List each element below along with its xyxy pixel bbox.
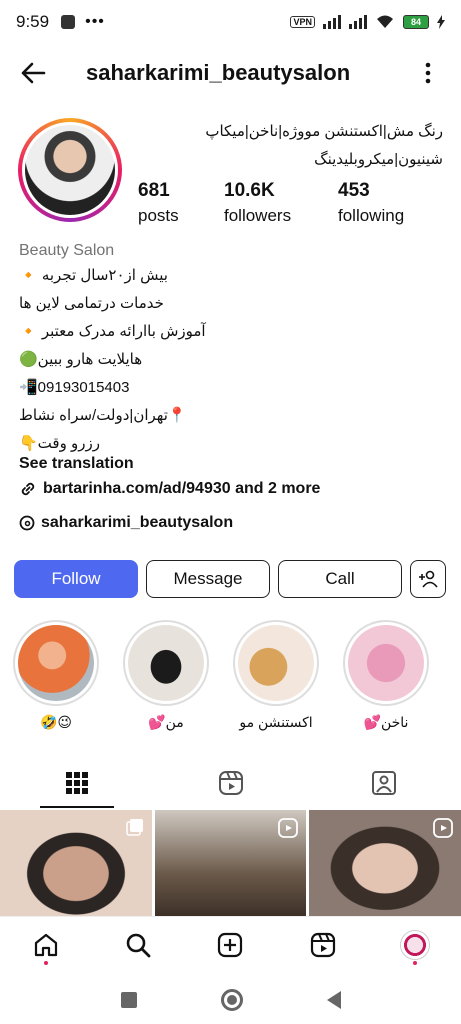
tagged-icon: [372, 771, 397, 795]
posts-label: posts: [138, 206, 179, 225]
follow-button[interactable]: Follow: [14, 560, 138, 598]
bio-line: رزرو وقت👇: [19, 435, 100, 452]
reels-icon: [218, 771, 243, 795]
reels-icon: [310, 932, 335, 957]
signal-icon-2: [349, 15, 367, 29]
nav-reels[interactable]: [301, 923, 345, 967]
highlight-cover: [18, 625, 94, 701]
threads-icon: [19, 515, 35, 531]
home-icon: [34, 933, 58, 956]
reel-badge-icon: [433, 818, 453, 838]
notification-dot: [412, 960, 417, 965]
suggested-accounts-button[interactable]: [410, 560, 446, 598]
nav-create[interactable]: [208, 923, 252, 967]
highlight-cover: [238, 625, 314, 701]
highlight-label: اکستنشن مو: [239, 714, 313, 730]
nav-home[interactable]: [24, 923, 68, 967]
bio-line: هایلایت هارو ببین🟢: [19, 351, 143, 368]
following-count: 453: [338, 180, 370, 201]
bio-header-line: رنگ مش|اکستنشن مووژه|ناخن|میکاپ: [205, 123, 443, 140]
tab-tagged[interactable]: [307, 758, 461, 808]
link-icon: [21, 482, 35, 496]
highlight-label: من💕: [148, 714, 184, 730]
avatar: [25, 125, 115, 215]
profile-icon: [399, 929, 430, 960]
threads-link[interactable]: saharkarimi_beautysalon: [19, 514, 233, 532]
recents-button[interactable]: [120, 992, 137, 1008]
post-thumbnail[interactable]: [0, 810, 152, 916]
more-options-button[interactable]: [425, 62, 431, 90]
notification-icon: [61, 15, 76, 29]
home-button[interactable]: [220, 989, 243, 1011]
external-link[interactable]: bartarinha.com/ad/94930 and 2 more: [19, 480, 320, 498]
highlight-item[interactable]: من💕: [122, 620, 210, 731]
more-notifications-icon: •••: [85, 13, 105, 30]
highlight-cover: [348, 625, 424, 701]
bio-header-line: شینیون|میکروبلیدینگ: [314, 151, 443, 168]
highlight-item[interactable]: ناخن💕: [342, 620, 430, 731]
signal-icon: [323, 15, 341, 29]
wifi-icon: [377, 15, 393, 28]
vpn-badge: VPN: [290, 16, 315, 28]
search-icon: [126, 933, 151, 957]
kebab-menu-icon: [425, 62, 431, 84]
followers-count: 10.6K: [224, 180, 275, 201]
post-thumbnail[interactable]: [309, 810, 461, 916]
profile-header: saharkarimi_beautysalon: [0, 52, 461, 96]
post-thumbnail[interactable]: [154, 810, 307, 916]
action-buttons: Follow Message Call: [14, 560, 446, 598]
add-user-icon: [419, 570, 438, 588]
active-tab-indicator: [40, 806, 114, 808]
following-stat[interactable]: 453 following: [338, 180, 404, 226]
back-system-button[interactable]: [326, 991, 341, 1009]
bio-line: آموزش باارائه مدرک معتبر 🔸: [19, 323, 206, 340]
page-title: saharkarimi_beautysalon: [86, 60, 351, 85]
posts-grid: [0, 810, 461, 916]
message-button[interactable]: Message: [146, 560, 270, 598]
carousel-icon: [125, 819, 143, 836]
bio-line: خدمات درتمامی لاین ها: [19, 295, 164, 312]
charging-icon: [437, 15, 445, 29]
bottom-navigation: [0, 916, 461, 972]
call-button[interactable]: Call: [278, 560, 402, 598]
grid-icon: [65, 772, 88, 794]
story-highlights: 😉🤣 من💕 اکستنشن مو ناخن💕: [12, 620, 430, 731]
battery-icon: 84: [403, 15, 429, 29]
see-translation-link[interactable]: See translation: [19, 455, 134, 473]
bio-line: 📲09193015403: [19, 379, 130, 396]
following-label: following: [338, 206, 405, 225]
profile-category: Beauty Salon: [19, 242, 115, 259]
bio-header: رنگ مش|اکستنشن مووژه|ناخن|میکاپ شینیون|م…: [143, 118, 443, 174]
bio-text: بیش از۲۰سال تجربه 🔸 خدمات درتمامی لاین ه…: [19, 262, 439, 458]
tab-posts[interactable]: [0, 758, 154, 808]
highlight-label: 😉🤣: [39, 714, 73, 730]
reel-badge-icon: [278, 818, 299, 838]
highlight-item[interactable]: اکستنشن مو: [232, 620, 320, 731]
threads-username: saharkarimi_beautysalon: [41, 514, 234, 531]
back-button[interactable]: [18, 58, 48, 93]
posts-stat[interactable]: 681 posts: [138, 180, 224, 226]
system-navigation: [0, 976, 461, 1024]
status-time: 9:59: [16, 12, 50, 31]
nav-profile[interactable]: [393, 923, 437, 967]
profile-stats: 681 posts 10.6K followers 453 following: [138, 180, 444, 226]
nav-search[interactable]: [116, 923, 160, 967]
tab-reels[interactable]: [154, 758, 308, 808]
status-bar: 9:59 ••• VPN 84: [0, 0, 461, 44]
back-arrow-icon: [21, 62, 46, 84]
profile-tabs: [0, 758, 461, 808]
create-icon: [218, 932, 243, 957]
link-text: bartarinha.com/ad/94930 and 2 more: [43, 480, 321, 497]
highlight-item[interactable]: 😉🤣: [12, 620, 100, 731]
notification-dot: [44, 960, 49, 965]
posts-count: 681: [138, 180, 170, 201]
followers-stat[interactable]: 10.6K followers: [224, 180, 338, 226]
highlight-cover: [128, 625, 204, 701]
highlight-label: ناخن💕: [363, 714, 409, 730]
followers-label: followers: [224, 206, 292, 225]
bio-line: بیش از۲۰سال تجربه 🔸: [19, 267, 168, 284]
bio-line: 📍تهران|دولت/سراه نشاط: [19, 407, 187, 424]
story-ring[interactable]: [18, 118, 122, 222]
